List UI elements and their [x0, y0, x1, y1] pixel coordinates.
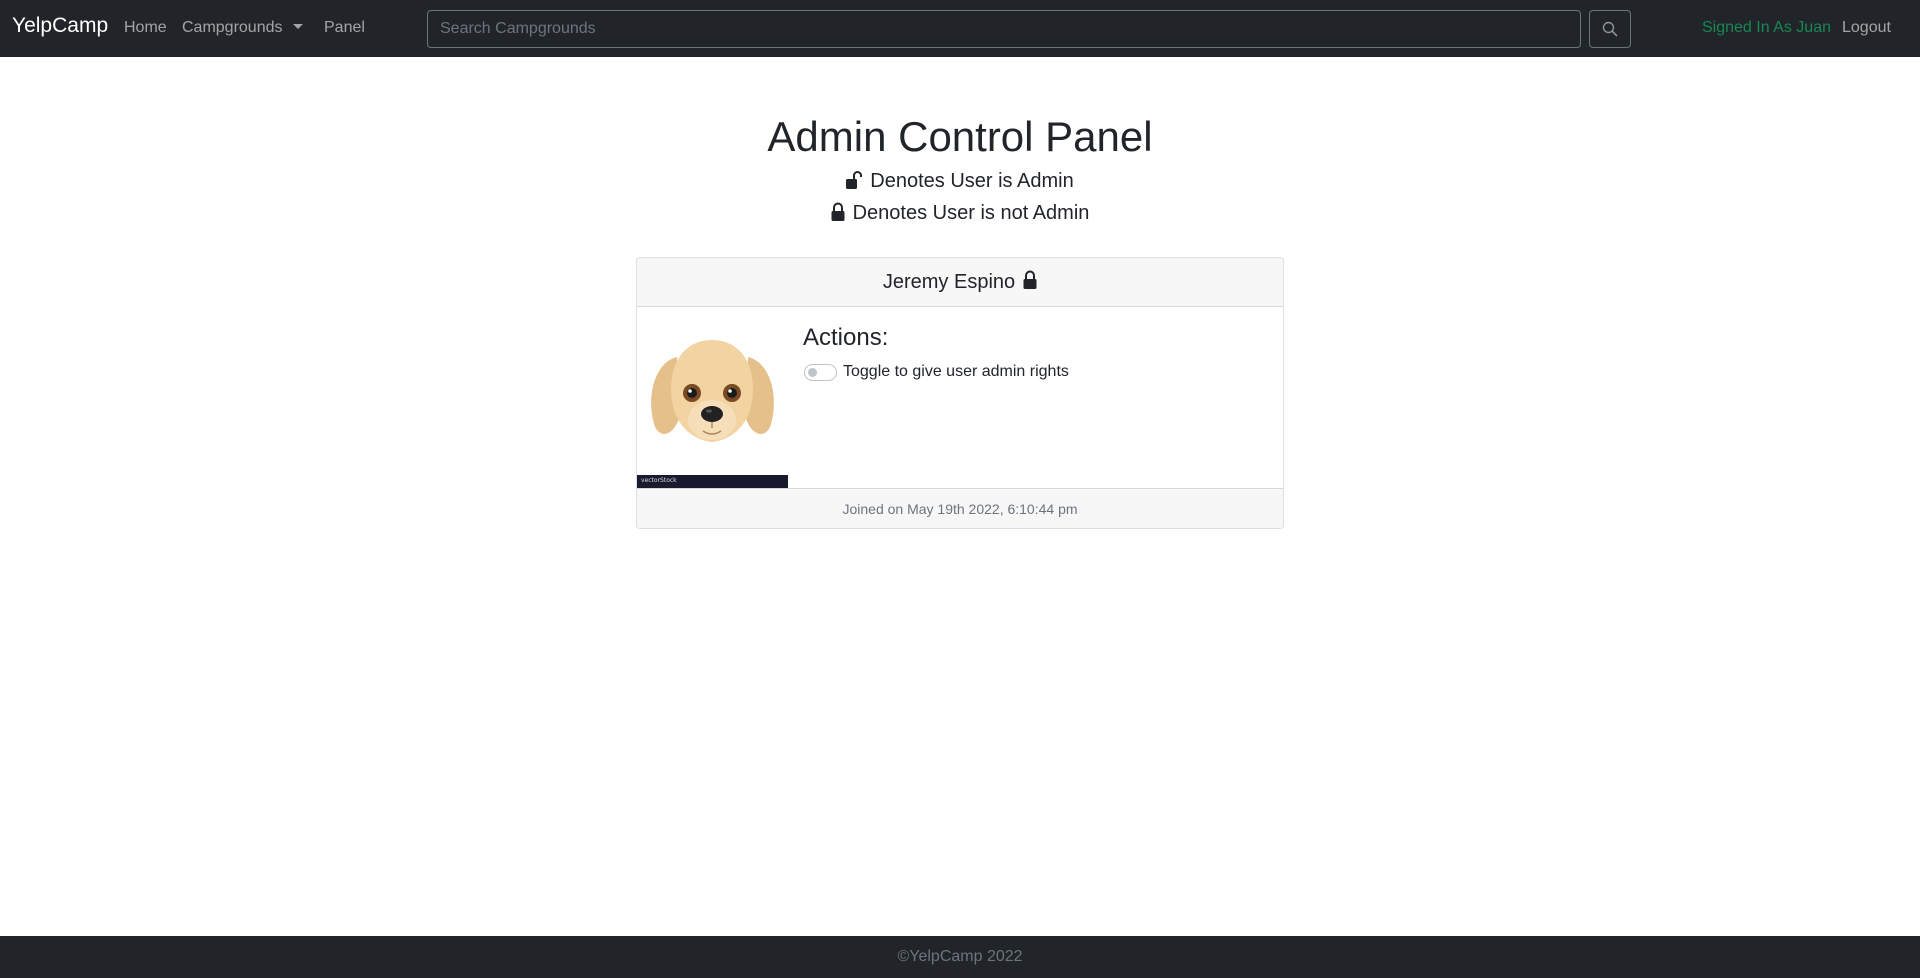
nav-panel-link[interactable]: Panel	[324, 19, 365, 37]
lock-icon	[831, 202, 845, 221]
user-name: Jeremy Espino	[882, 271, 1016, 293]
dog-avatar-image	[651, 340, 774, 442]
search-button[interactable]	[1589, 10, 1631, 48]
joined-date: Joined on May 19th 2022, 6:10:44 pm	[842, 501, 1078, 517]
legend-admin: Denotes User is Admin	[0, 170, 1920, 193]
admin-rights-toggle[interactable]	[804, 364, 837, 381]
site-footer: ©YelpCamp 2022	[0, 936, 1920, 978]
page-title: Admin Control Panel	[767, 113, 1153, 160]
unlock-icon	[846, 171, 863, 189]
user-avatar: vectorStock	[637, 307, 788, 488]
user-card-footer: Joined on May 19th 2022, 6:10:44 pm	[637, 488, 1283, 528]
nav-home-link[interactable]: Home	[124, 19, 167, 37]
search-icon	[1602, 21, 1618, 37]
user-card: Jeremy Espino vectorStock Actions: Toggl…	[636, 257, 1284, 529]
footer-copyright: ©YelpCamp 2022	[897, 948, 1023, 965]
actions-title: Actions:	[803, 324, 889, 351]
legend-admin-text: Denotes User is Admin	[870, 170, 1074, 192]
logout-link[interactable]: Logout	[1842, 19, 1891, 37]
nav-campgrounds-label: Campgrounds	[182, 19, 283, 36]
brand-link[interactable]: YelpCamp	[12, 14, 108, 38]
nav-campgrounds-dropdown[interactable]: Campgrounds	[182, 19, 303, 37]
navbar: YelpCamp Home Campgrounds Panel Signed I…	[0, 0, 1920, 57]
legend-not-admin-text: Denotes User is not Admin	[852, 202, 1090, 224]
signed-in-status: Signed In As Juan	[1702, 19, 1831, 36]
chevron-down-icon	[292, 24, 303, 29]
avatar-watermark-strip: vectorStock	[637, 475, 788, 488]
search-input[interactable]	[427, 10, 1581, 48]
toggle-knob	[808, 368, 817, 377]
avatar-watermark-text: vectorStock	[641, 477, 677, 484]
admin-rights-toggle-label[interactable]: Toggle to give user admin rights	[843, 363, 1069, 381]
user-card-header: Jeremy Espino	[637, 258, 1283, 307]
legend-not-admin: Denotes User is not Admin	[0, 202, 1920, 225]
lock-icon	[1023, 270, 1037, 289]
